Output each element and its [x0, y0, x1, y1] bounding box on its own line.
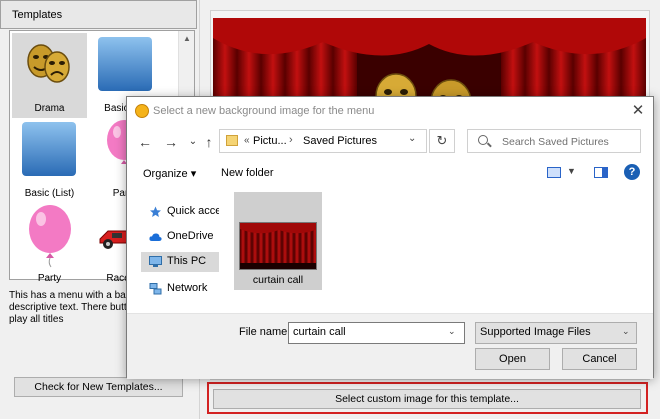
computer-icon [149, 256, 162, 267]
filename-field[interactable]: curtain call [288, 322, 465, 344]
blue-gradient-tile-icon [98, 37, 152, 91]
check-new-templates-button[interactable]: Check for New Templates... [14, 377, 183, 397]
file-item[interactable]: curtain call [234, 192, 322, 290]
select-image-dialog: Select a new background image for the me… [126, 96, 654, 379]
filename-label: File name: [239, 326, 291, 338]
nav-label: Network [167, 282, 208, 294]
template-label: Basic (List) [24, 188, 75, 199]
template-item-drama[interactable]: Drama [12, 33, 87, 118]
app-icon [135, 104, 149, 118]
template-label: Drama [34, 103, 65, 114]
nav-item-network[interactable]: Network [141, 279, 219, 299]
select-custom-image-button[interactable]: Select custom image for this template... [213, 389, 641, 409]
address-bar[interactable]: « Pictu... › Saved Pictures ⌄ [219, 129, 427, 153]
nav-label: Quick access [167, 205, 219, 217]
nav-item-quick-access[interactable]: Quick access [141, 202, 219, 222]
navigation-pane: Quick access OneDrive This PC Network [127, 192, 222, 302]
breadcrumb-separator[interactable]: › [289, 134, 293, 146]
file-list: curtain call [222, 192, 652, 302]
nav-label: This PC [167, 255, 207, 267]
back-arrow-icon[interactable]: ← [135, 132, 155, 152]
forward-arrow-icon[interactable]: → [161, 132, 181, 152]
templates-header: Templates [0, 0, 197, 29]
blue-gradient-tile-icon [22, 122, 76, 176]
nav-item-onedrive[interactable]: OneDrive [141, 227, 219, 247]
search-input[interactable]: Search Saved Pictures [467, 129, 641, 153]
star-icon [150, 206, 161, 217]
change-view-icon[interactable] [547, 167, 561, 178]
chevron-down-icon[interactable]: ⌄ [448, 326, 456, 337]
new-folder-button[interactable]: New folder [221, 167, 274, 179]
dialog-toolbar: Organize ▾ New folder ▼ ? [127, 159, 653, 189]
help-icon[interactable]: ? [624, 164, 640, 180]
breadcrumb-pictures[interactable]: Pictu... [253, 135, 287, 147]
nav-item-this-pc[interactable]: This PC [141, 252, 219, 272]
theater-masks-icon [27, 44, 70, 83]
organize-button[interactable]: Organize ▾ [143, 167, 196, 180]
folder-icon [226, 135, 238, 146]
preview-pane-icon[interactable] [594, 167, 608, 178]
view-dropdown-icon[interactable]: ▼ [567, 166, 576, 176]
pink-balloon-icon [29, 205, 71, 268]
address-chevron[interactable]: « [244, 135, 250, 146]
close-icon[interactable]: ✕ [627, 100, 649, 122]
cancel-button[interactable]: Cancel [562, 348, 637, 370]
template-label: Party [37, 273, 62, 284]
scroll-up-icon[interactable]: ▲ [179, 31, 195, 47]
refresh-icon[interactable]: ↻ [429, 129, 455, 153]
nav-label: OneDrive [167, 230, 214, 242]
breadcrumb-saved-pictures[interactable]: Saved Pictures [303, 135, 377, 147]
template-item-party[interactable]: Party [12, 203, 87, 288]
up-arrow-icon[interactable]: ↑ [199, 132, 219, 152]
chevron-down-icon[interactable]: ⌄ [408, 133, 416, 144]
search-icon [478, 135, 488, 145]
file-type-select[interactable]: Supported Image Files [475, 322, 637, 344]
search-placeholder: Search Saved Pictures [502, 136, 609, 148]
dialog-titlebar[interactable]: Select a new background image for the me… [127, 97, 653, 126]
chevron-down-icon[interactable]: ⌄ [622, 326, 630, 337]
network-icon [149, 283, 162, 295]
file-thumbnail [239, 222, 317, 270]
open-button[interactable]: Open [475, 348, 550, 370]
dialog-footer: File name: curtain call ⌄ Supported Imag… [127, 313, 653, 379]
cloud-icon [149, 233, 162, 241]
file-name-label: curtain call [252, 274, 304, 286]
dialog-title: Select a new background image for the me… [153, 105, 375, 117]
template-item-basic-list[interactable]: Basic (List) [12, 118, 87, 203]
